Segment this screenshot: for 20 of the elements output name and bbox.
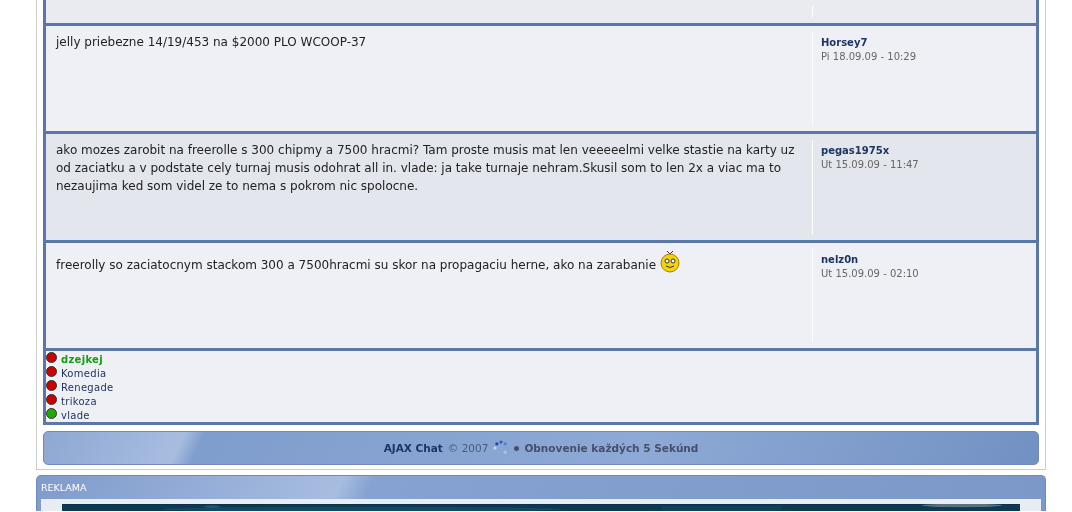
panel-title: REKLAMA <box>41 482 87 493</box>
message-text: ako mozes zarobit na freerolle s 300 chipmy a 7500 hracmi? Tam proste musis mat len veeeeelmi velke stastie na karty uz od zaciatku a v podstate cely turnaj musis odohrat all in. vlade: ja take turnaje nehram.Skusil som to len 2x a viac ma to nezaujima ked som videl ze to nema s pokrom nic spolocne. <box>56 143 795 193</box>
user-name[interactable]: Renegade <box>61 381 114 393</box>
product-link[interactable]: AJAX Chat <box>383 442 443 454</box>
copyright-text: © 2007 <box>447 442 489 454</box>
message-text: freerolly so zaciatocnym stackom 300 a 7500hracmi su skor na propagaciu herne, ako na zarabanie <box>56 258 657 272</box>
loading-icon <box>493 440 510 456</box>
message-time: Ut 15.09.09 - 11:47 <box>821 158 920 172</box>
message-time: Pi 18.09.09 - 10:29 <box>821 50 918 64</box>
author-name[interactable]: Horsey7 <box>821 36 1028 50</box>
smiley-icon <box>660 250 681 273</box>
user-name[interactable]: Komedia <box>61 367 107 379</box>
message-time: Ut 15.09.09 - 02:10 <box>821 267 920 281</box>
message-text: jelly priebezne 14/19/453 na $2000 PLO WCOOP-37 <box>56 35 367 49</box>
author-name[interactable]: nelz0n <box>821 253 1028 267</box>
user-name[interactable]: vlade <box>61 409 90 421</box>
author-name[interactable]: pegas1975x <box>821 144 1028 158</box>
user-name[interactable]: trikoza <box>61 395 97 407</box>
bullet-icon <box>514 445 520 451</box>
refresh-text: Obnovenie každých 5 Sekúnd <box>524 442 699 454</box>
